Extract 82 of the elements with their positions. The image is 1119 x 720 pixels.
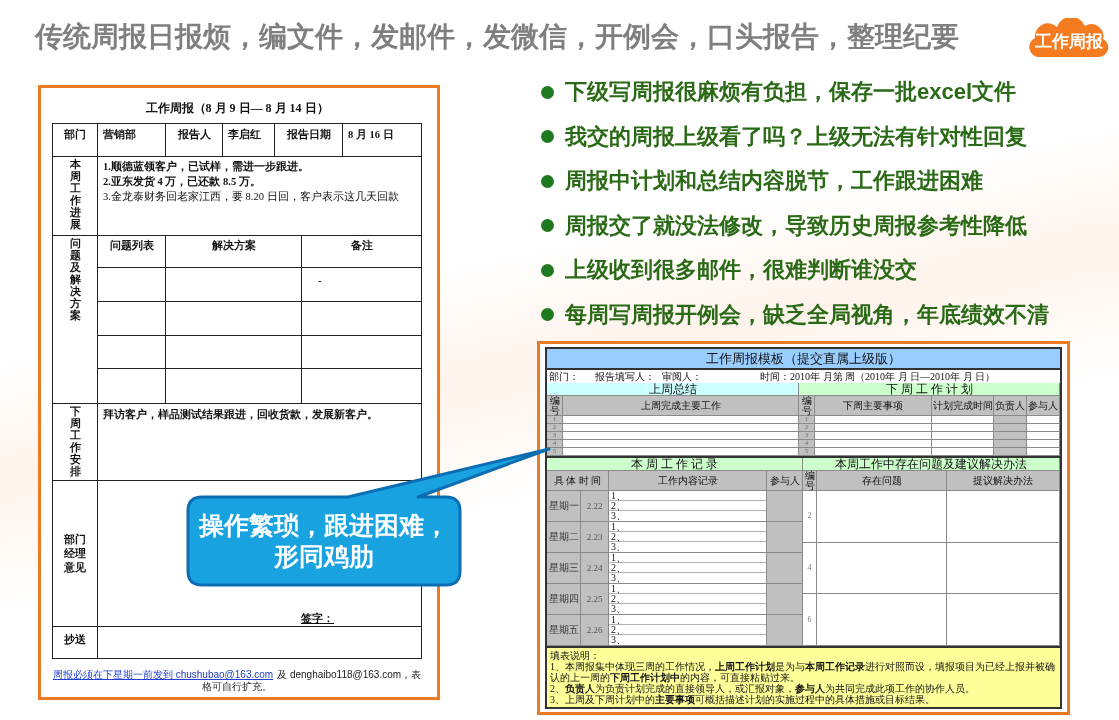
bullet-dot-icon xyxy=(541,219,554,233)
day-label: 星期一 xyxy=(547,491,581,522)
row-header: 下周工作安排 xyxy=(69,406,81,478)
footer-note: 周报必须在下星期一前发到 chushubao@163.com 及 denghaibo118@163.com，表格可自行扩充。 xyxy=(52,669,422,693)
progress-line: 1.顺德蓝领客户，已试样，需进一步跟进。 xyxy=(103,160,310,174)
entry-marker: 3、 xyxy=(610,573,627,583)
cloud-icon xyxy=(1028,18,1110,58)
field-value: 李启红 xyxy=(223,124,275,157)
pain-point-text: 下级写周报很麻烦有负担，保存一批excel文件 xyxy=(565,78,1017,107)
day-label: 星期四 xyxy=(547,584,581,615)
info-label: 报告填写人： xyxy=(595,370,656,383)
field-label: 部门 xyxy=(53,124,98,157)
notes-heading: 填表说明： xyxy=(550,650,601,661)
column-header: 具 体 时 间 xyxy=(547,471,609,491)
row-header: 抄送 xyxy=(64,633,86,646)
pain-point-text: 周报中计划和总结内容脱节，工作跟进困难 xyxy=(565,167,983,196)
section-heading: 本周工作中存在问题及建议解决办法 xyxy=(803,458,1060,471)
column-header: 参与人 xyxy=(1027,396,1060,416)
info-label: 审阅人： xyxy=(662,370,703,383)
note-text: 3、上周及下周计划中的主要事项可概括描述计划的实施过程中的具体措施或目标结果。 xyxy=(550,694,935,705)
slide-title: 传统周报日报烦，编文件，发邮件，发微信，开例会，口头报告，整理纪要 xyxy=(35,20,959,54)
note-text: 1、本周报集中体现三周的工作情况，上周工作计划是为与本周工作记录进行对照而设，填报项目为已经上报并被确认的上一周的下周工作计划中的内容，可直接粘贴过来。 xyxy=(550,661,1056,683)
column-header: 工作内容记录 xyxy=(609,471,767,491)
entry-marker: 3、 xyxy=(610,635,627,645)
sheet-title: 工作周报模板（提交直属上级版） xyxy=(547,349,1060,370)
day-label: 星期五 xyxy=(547,615,581,646)
day-label: 星期二 xyxy=(547,522,581,553)
field-label: 报告人 xyxy=(166,124,223,157)
column-header: 问题列表 xyxy=(98,236,166,268)
bullet-dot-icon xyxy=(541,308,554,322)
column-header: 负责人 xyxy=(994,396,1027,416)
document-title: 工作周报（8 月 9 日— 8 月 14 日） xyxy=(144,100,330,116)
pain-point-text: 周报交了就没法修改，导致历史周报参考性降低 xyxy=(565,211,1027,240)
field-value: 8 月 16 日 xyxy=(343,124,422,157)
field-value: 营销部 xyxy=(98,124,166,157)
entry-marker: 3、 xyxy=(610,542,627,552)
column-header: 上周完成主要工作 xyxy=(563,396,799,416)
row-number: 4 xyxy=(803,542,817,595)
date-label: 2.24 xyxy=(581,553,609,584)
field-label: 报告日期 xyxy=(275,124,343,157)
bullet-dot-icon xyxy=(541,85,554,99)
email-link[interactable]: 周报必须在下星期一前发到 chushubao@163.com xyxy=(52,669,274,680)
date-label: 2.26 xyxy=(581,615,609,646)
progress-line: 2.亚东发货 4 万，已还款 8.5 万。 xyxy=(103,175,262,189)
section-heading: 上周总结 xyxy=(547,383,799,396)
row-header: 问题及解决方案 xyxy=(69,238,81,322)
column-header: 参与人 xyxy=(767,471,803,491)
column-header: 下周主要事项 xyxy=(815,396,932,416)
pain-point-text: 我交的周报上级看了吗？上级无法有针对性回复 xyxy=(565,122,1027,151)
bullet-dot-icon xyxy=(541,130,554,144)
day-label: 星期三 xyxy=(547,553,581,584)
row-number: 2 xyxy=(803,491,817,543)
column-header: 编号 xyxy=(547,396,563,416)
section-heading: 下 周 工 作 计 划 xyxy=(799,383,1060,396)
column-header: 存在问题 xyxy=(817,471,947,491)
column-header: 编号 xyxy=(803,471,817,491)
date-label: 2.25 xyxy=(581,584,609,615)
plan-text: 拜访客户，样品测试结果跟进，回收货款，发展新客户。 xyxy=(98,404,422,481)
row-header: 本周工作进展 xyxy=(69,159,81,231)
date-label: 2.22 xyxy=(581,491,609,522)
column-header: 备注 xyxy=(302,236,421,268)
pain-point-text: 上级收到很多邮件，很难判断谁没交 xyxy=(565,256,917,285)
note-text: 2、负责人为负责计划完成的直接领导人，或汇报对象，参与人为共同完成此项工作的协作人员。 xyxy=(550,683,976,694)
column-header: 计划完成时间 xyxy=(932,396,994,416)
section-heading: 本 周 工 作 记 录 xyxy=(547,458,803,471)
date-label: 2.23 xyxy=(581,522,609,553)
progress-line: 3.金龙泰财务回老家江西，要 8.20 日回，客户表示这几天回款 xyxy=(103,190,400,204)
bullet-dot-icon xyxy=(541,263,554,277)
bullet-dot-icon xyxy=(541,174,554,188)
info-label: 部门： xyxy=(549,370,580,383)
logo-text: 工作周报 xyxy=(1035,32,1103,52)
column-header: 提议解决办法 xyxy=(947,471,1060,491)
pain-point-text: 每周写周报开例会，缺乏全局视角，年底绩效不清 xyxy=(565,300,1049,329)
remark-text: - xyxy=(318,274,322,287)
info-label: 时间：2010年 月第 周（2010年 月 日—2010年 月 日） xyxy=(760,370,995,383)
entry-marker: 3、 xyxy=(610,511,627,521)
column-header: 解决方案 xyxy=(166,236,302,268)
column-header: 编号 xyxy=(799,396,815,416)
callout-text: 操作繁琐，跟进困难，形同鸡肋 xyxy=(197,510,450,572)
entry-marker: 3、 xyxy=(610,604,627,614)
signature-label: 签字： xyxy=(301,612,334,626)
row-header: 部门经理意见 xyxy=(63,532,87,575)
